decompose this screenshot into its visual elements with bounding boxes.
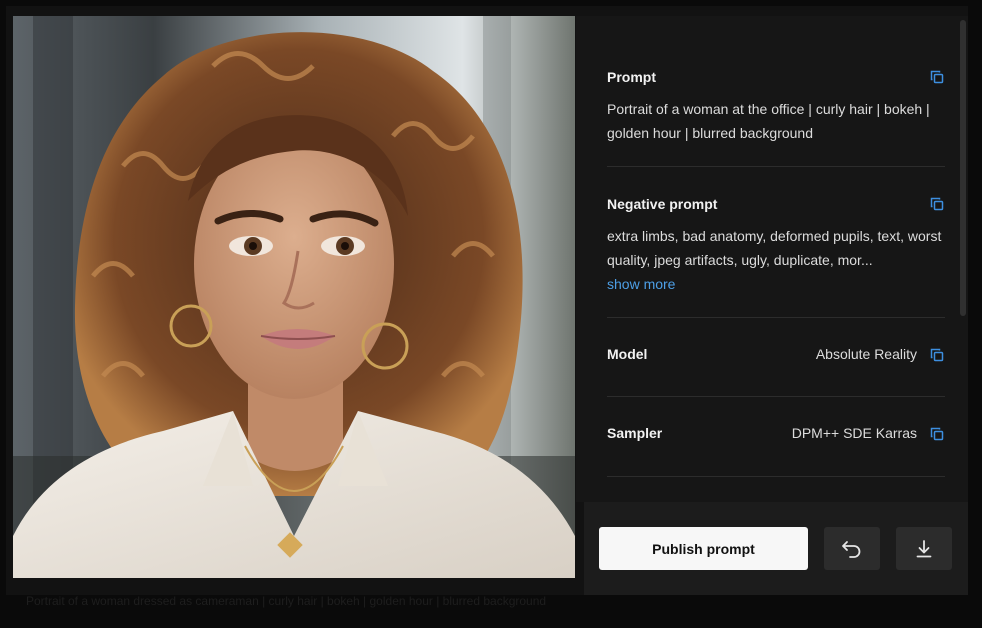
negative-prompt-section: Negative prompt extra limbs, bad anatomy… — [607, 196, 945, 296]
download-icon — [916, 539, 932, 557]
action-bar: Publish prompt — [584, 502, 968, 595]
prompt-section: Prompt Portrait of a woman at the office… — [607, 69, 945, 145]
show-more-link[interactable]: show more — [607, 272, 945, 296]
copy-model-icon[interactable] — [929, 347, 945, 363]
model-label: Model — [607, 346, 648, 362]
portrait-illustration — [13, 16, 575, 578]
section-divider — [607, 317, 945, 318]
section-divider — [607, 476, 945, 477]
negative-prompt-title: Negative prompt — [607, 196, 718, 212]
download-button[interactable] — [896, 527, 952, 570]
details-scrollbar[interactable] — [960, 20, 966, 498]
section-divider — [607, 166, 945, 167]
prompt-details-panel[interactable]: Prompt Portrait of a woman at the office… — [576, 16, 968, 502]
negative-prompt-text: extra limbs, bad anatomy, deformed pupil… — [607, 228, 942, 268]
section-divider — [607, 396, 945, 397]
undo-button[interactable] — [824, 527, 880, 570]
generated-image[interactable] — [13, 16, 575, 578]
undo-icon — [842, 540, 861, 558]
model-row: Model Absolute Reality — [607, 345, 945, 365]
prompt-text: Portrait of a woman at the office | curl… — [607, 101, 930, 141]
page: Portrait of a woman dressed as cameraman… — [0, 0, 982, 628]
copy-prompt-icon[interactable] — [929, 69, 945, 85]
sampler-label: Sampler — [607, 425, 663, 441]
model-value: Absolute Reality — [815, 346, 917, 362]
copy-sampler-icon[interactable] — [929, 426, 945, 442]
background-caption: Portrait of a woman dressed as cameraman… — [26, 594, 547, 608]
details-scrollbar-thumb[interactable] — [960, 20, 966, 316]
copy-negative-prompt-icon[interactable] — [929, 196, 945, 212]
sampler-value: DPM++ SDE Karras — [791, 425, 917, 441]
publish-prompt-button[interactable]: Publish prompt — [599, 527, 808, 570]
sampler-row: Sampler DPM++ SDE Karras — [607, 424, 945, 444]
prompt-title: Prompt — [607, 69, 656, 85]
